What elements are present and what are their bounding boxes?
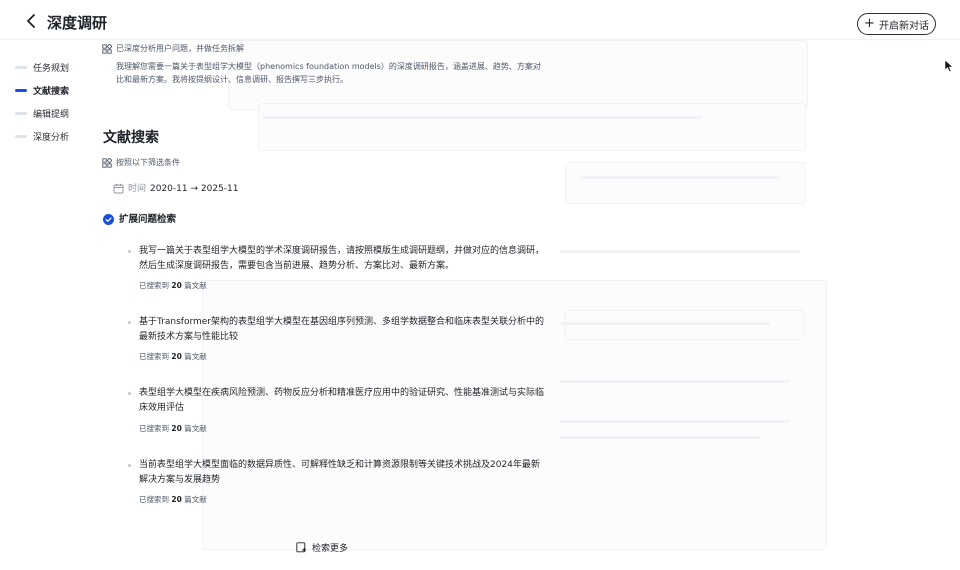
task-description: 我理解您需要一篇关于表型组学大模型（phenomics foundation m…: [116, 62, 541, 84]
expand-search-label: 扩展问题检索: [119, 214, 177, 225]
calendar-icon: [113, 183, 124, 194]
task-status-text: 已深度分析用户问题，并做任务拆解: [116, 44, 244, 53]
filter-icon: [102, 158, 112, 168]
query-text: 表型组学大模型在疾病风险预测、药物反应分析和精准医疗应用中的验证研究、性能基准测…: [139, 388, 545, 413]
search-more-label: 检索更多: [312, 543, 349, 554]
query-result-count: 已搜索到 20 篇文献: [139, 352, 207, 361]
mouse-pointer-icon: [944, 59, 954, 72]
query-text: 当前表型组学大模型面临的数据异质性、可解释性缺乏和计算资源限制等关键技术挑战及2…: [139, 460, 540, 485]
bullet-dot: [128, 464, 131, 467]
search-more-icon: [296, 541, 307, 552]
task-breakdown-icon: [102, 44, 112, 54]
filter-label: 按照以下筛选条件: [116, 158, 180, 167]
search-more-button[interactable]: 检索更多: [296, 541, 349, 554]
query-result-count: 已搜索到 20 篇文献: [139, 495, 207, 504]
bullet-dot: [128, 321, 131, 324]
query-result-count: 已搜索到 20 篇文献: [139, 424, 207, 433]
time-label: 时间: [128, 184, 147, 194]
query-result-count: 已搜索到 20 篇文献: [139, 281, 207, 290]
time-range-value: 2020-11 → 2025-11: [150, 184, 239, 194]
section-title: 文献搜索: [103, 130, 159, 146]
query-text: 我写一篇关于表型组学大模型的学术深度调研报告，请按照模版生成调研题纲，并做对应的…: [139, 246, 545, 271]
main-content: 已深度分析用户问题，并做任务拆解 我理解您需要一篇关于表型组学大模型（pheno…: [0, 0, 960, 570]
bullet-dot: [128, 250, 131, 253]
bullet-dot: [128, 392, 131, 395]
query-text: 基于Transformer架构的表型组学大模型在基因组序列预测、多组学数据整合和…: [139, 317, 545, 342]
check-circle-icon: [103, 214, 114, 225]
